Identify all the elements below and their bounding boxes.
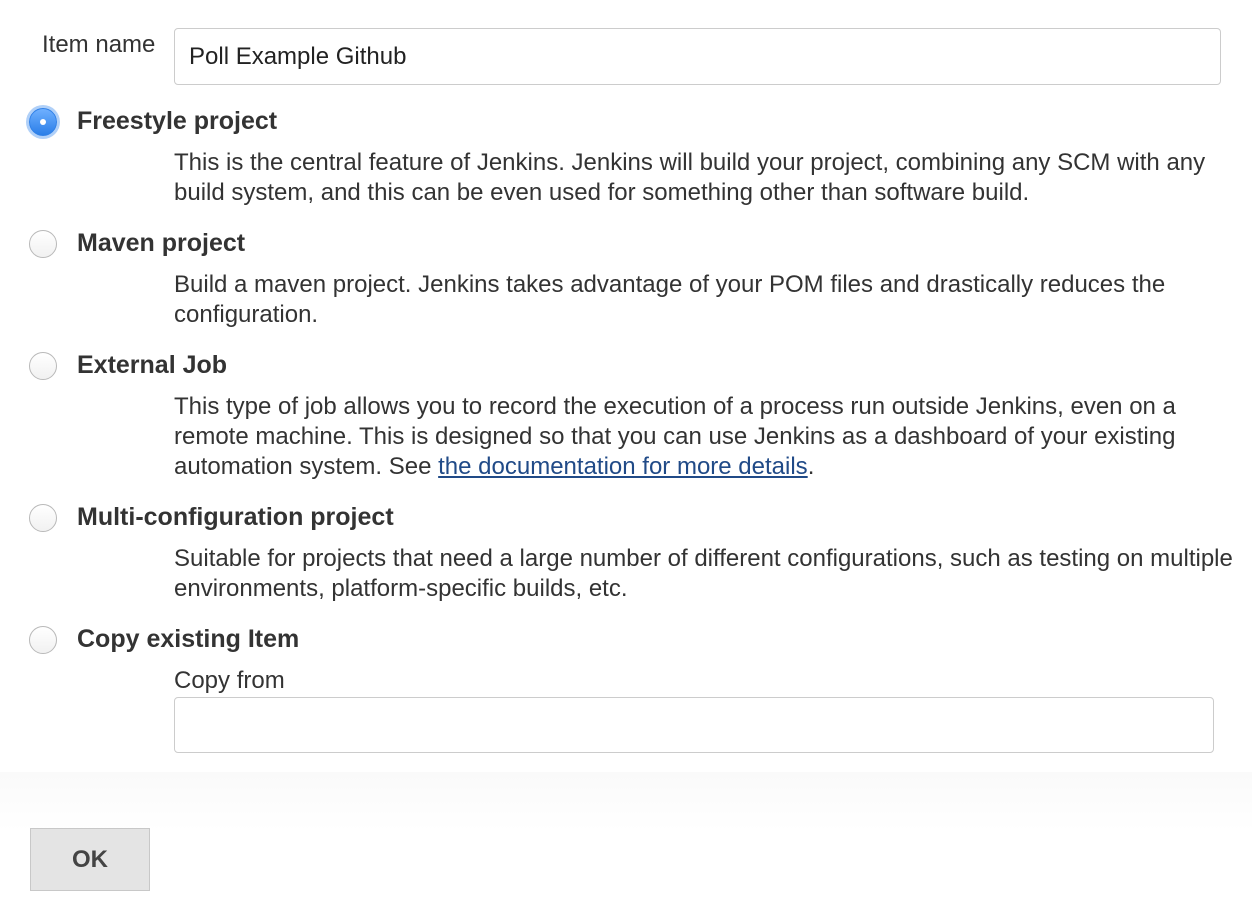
maven-project-radio[interactable] <box>29 230 57 258</box>
freestyle-project-description: This is the central feature of Jenkins. … <box>174 149 1206 206</box>
multi-configuration-project-radio[interactable] <box>29 504 57 532</box>
external-job-title[interactable]: External Job <box>77 350 227 380</box>
freestyle-project-title[interactable]: Freestyle project <box>77 106 277 136</box>
documentation-link[interactable]: the documentation for more details <box>438 453 808 480</box>
maven-project-title[interactable]: Maven project <box>77 228 245 258</box>
bottom-button-bar <box>0 772 1252 922</box>
ok-button[interactable]: OK <box>30 828 150 891</box>
external-job-description: This type of job allows you to record th… <box>174 392 1234 482</box>
item-name-input[interactable] <box>174 28 1221 85</box>
freestyle-project-radio[interactable] <box>29 108 57 136</box>
external-job-description-end: . <box>807 453 815 480</box>
multi-configuration-project-title[interactable]: Multi-configuration project <box>77 502 394 532</box>
copy-from-label: Copy from <box>174 667 285 694</box>
multi-configuration-project-description: Suitable for projects that need a large … <box>174 545 1233 602</box>
item-name-row: Item name <box>0 28 1252 86</box>
item-name-label: Item name <box>42 31 156 58</box>
maven-project-description: Build a maven project. Jenkins takes adv… <box>174 271 1166 328</box>
copy-from-input[interactable] <box>174 697 1214 753</box>
external-job-radio[interactable] <box>29 352 57 380</box>
copy-existing-item-title[interactable]: Copy existing Item <box>77 624 299 654</box>
copy-existing-item-radio[interactable] <box>29 626 57 654</box>
